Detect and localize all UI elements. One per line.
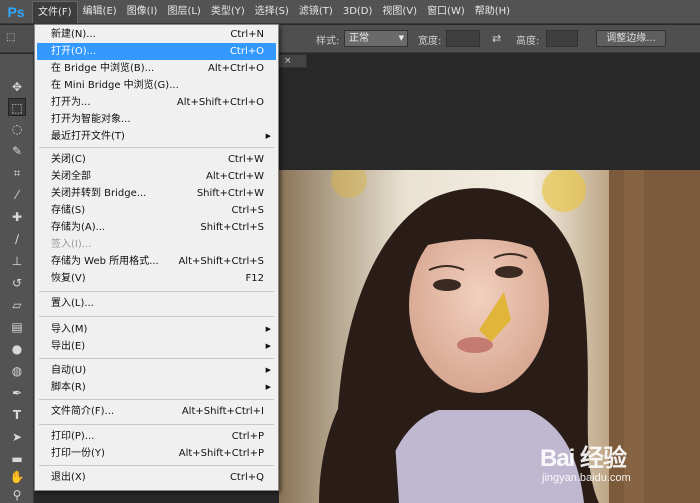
menu-item-print-one-copy[interactable]: 打印一份(Y) Alt+Shift+Ctrl+P (37, 445, 276, 462)
menu-separator (39, 399, 274, 400)
width-label: 宽度: (418, 36, 442, 47)
eyedropper-tool-icon[interactable]: ⁄ (8, 186, 26, 204)
menu-item-browse-bridge[interactable]: 在 Bridge 中浏览(B)... Alt+Ctrl+O (37, 60, 276, 77)
submenu-arrow-icon: ▶ (265, 342, 271, 350)
menu-separator (39, 291, 274, 292)
menu-separator (39, 147, 274, 148)
history-brush-tool-icon[interactable]: ↺ (8, 274, 26, 292)
hand-tool-icon[interactable]: ✋ (8, 468, 26, 486)
menu-item-new[interactable]: 新建(N)... Ctrl+N (37, 26, 276, 43)
dodge-tool-icon[interactable]: ◍ (8, 362, 26, 380)
menu-item-place[interactable]: 置入(L)... (37, 295, 276, 312)
menu-item-recent-files[interactable]: 最近打开文件(T) ▶ (37, 128, 276, 145)
file-menu-dropdown: 新建(N)... Ctrl+N 打开(O)... Ctrl+O 在 Bridge… (34, 24, 279, 491)
path-selection-tool-icon[interactable]: ➤ (8, 428, 26, 446)
menu-item-revert[interactable]: 恢复(V) F12 (37, 270, 276, 287)
move-tool-icon[interactable]: ✥ (8, 78, 26, 96)
watermark-brand: Bai 经验 (540, 445, 627, 472)
menu-item-export[interactable]: 导出(E) ▶ (37, 338, 276, 355)
menu-layer[interactable]: 图层(L) (162, 1, 205, 23)
menu-item-close-go-bridge[interactable]: 关闭并转到 Bridge... Shift+Ctrl+W (37, 185, 276, 202)
menu-type[interactable]: 类型(Y) (206, 1, 250, 23)
menu-separator (39, 358, 274, 359)
tools-panel: ✥ ⬚ ◌ ✎ ⌗ ⁄ ✚ ∕ ⊥ ↺ ▱ ▤ ● ◍ ✒ T ➤ ▬ ✋ ⚲ (0, 54, 34, 503)
menu-item-open-smart-object[interactable]: 打开为智能对象... (37, 111, 276, 128)
submenu-arrow-icon: ▶ (265, 383, 271, 391)
type-tool-icon[interactable]: T (8, 406, 26, 424)
stamp-tool-icon[interactable]: ⊥ (8, 252, 26, 270)
close-icon[interactable]: × (284, 55, 292, 67)
menu-item-print[interactable]: 打印(P)... Ctrl+P (37, 428, 276, 445)
menu-item-file-info[interactable]: 文件简介(F)... Alt+Shift+Ctrl+I (37, 403, 276, 420)
menu-item-exit[interactable]: 退出(X) Ctrl+Q (37, 469, 276, 486)
style-select[interactable]: 正常 ▼ (344, 30, 408, 47)
menu-file[interactable]: 文件(F) (32, 0, 78, 23)
height-input[interactable] (546, 30, 578, 47)
menu-item-scripts[interactable]: 脚本(R) ▶ (37, 379, 276, 396)
swap-icon[interactable]: ⇄ (492, 32, 501, 45)
menu-item-save-as[interactable]: 存储为(A)... Shift+Ctrl+S (37, 219, 276, 236)
menu-view[interactable]: 视图(V) (377, 1, 422, 23)
menu-help[interactable]: 帮助(H) (470, 1, 515, 23)
menu-item-import[interactable]: 导入(M) ▶ (37, 321, 276, 338)
gradient-tool-icon[interactable]: ▤ (8, 318, 26, 336)
style-select-value: 正常 (349, 33, 369, 44)
submenu-arrow-icon: ▶ (265, 366, 271, 374)
menu-item-save[interactable]: 存储(S) Ctrl+S (37, 202, 276, 219)
menu-edit[interactable]: 编辑(E) (78, 1, 122, 23)
menu-item-open[interactable]: 打开(O)... Ctrl+O (37, 43, 276, 60)
submenu-arrow-icon: ▶ (265, 132, 271, 140)
brush-tool-icon[interactable]: ∕ (8, 230, 26, 248)
healing-brush-tool-icon[interactable]: ✚ (8, 208, 26, 226)
refine-edge-button[interactable]: 调整边缘... (596, 30, 666, 47)
menu-separator (39, 465, 274, 466)
marquee-options-icon[interactable]: ⬚ (6, 32, 15, 43)
shape-tool-icon[interactable]: ▬ (8, 450, 26, 468)
width-input[interactable] (446, 30, 480, 47)
style-label: 样式: (316, 36, 340, 47)
menu-bar: Ps 文件(F) 编辑(E) 图像(I) 图层(L) 类型(Y) 选择(S) 滤… (0, 0, 700, 24)
baidu-watermark: Bai 经验 jingyan.baidu.com (540, 438, 700, 498)
crop-tool-icon[interactable]: ⌗ (8, 164, 26, 182)
menu-item-close-all[interactable]: 关闭全部 Alt+Ctrl+W (37, 168, 276, 185)
menu-select[interactable]: 选择(S) (250, 1, 294, 23)
height-label: 高度: (516, 36, 540, 47)
menu-image[interactable]: 图像(I) (122, 1, 163, 23)
menu-item-check-in: 签入(I)... (51, 239, 92, 250)
document-tab[interactable]: × (277, 54, 307, 68)
menu-3d[interactable]: 3D(D) (338, 1, 378, 23)
quick-selection-tool-icon[interactable]: ✎ (8, 142, 26, 160)
menu-item-save-for-web[interactable]: 存储为 Web 所用格式... Alt+Shift+Ctrl+S (37, 253, 276, 270)
blur-tool-icon[interactable]: ● (8, 340, 26, 358)
menu-item-open-as[interactable]: 打开为... Alt+Shift+Ctrl+O (37, 94, 276, 111)
watermark-url: jingyan.baidu.com (542, 472, 631, 484)
pen-tool-icon[interactable]: ✒ (8, 384, 26, 402)
menu-separator (39, 424, 274, 425)
menu-window[interactable]: 窗口(W) (422, 1, 470, 23)
menu-item-browse-mini-bridge[interactable]: 在 Mini Bridge 中浏览(G)... (37, 77, 276, 94)
menu-item-close[interactable]: 关闭(C) Ctrl+W (37, 151, 276, 168)
submenu-arrow-icon: ▶ (265, 325, 271, 333)
chevron-down-icon: ▼ (398, 34, 404, 42)
marquee-tool-icon[interactable]: ⬚ (8, 98, 26, 116)
menu-item-automate[interactable]: 自动(U) ▶ (37, 362, 276, 379)
eraser-tool-icon[interactable]: ▱ (8, 296, 26, 314)
zoom-tool-icon[interactable]: ⚲ (8, 486, 26, 503)
menu-filter[interactable]: 滤镜(T) (294, 1, 338, 23)
menu-separator (39, 316, 274, 317)
lasso-tool-icon[interactable]: ◌ (8, 120, 26, 138)
photoshop-logo: Ps (7, 3, 25, 20)
